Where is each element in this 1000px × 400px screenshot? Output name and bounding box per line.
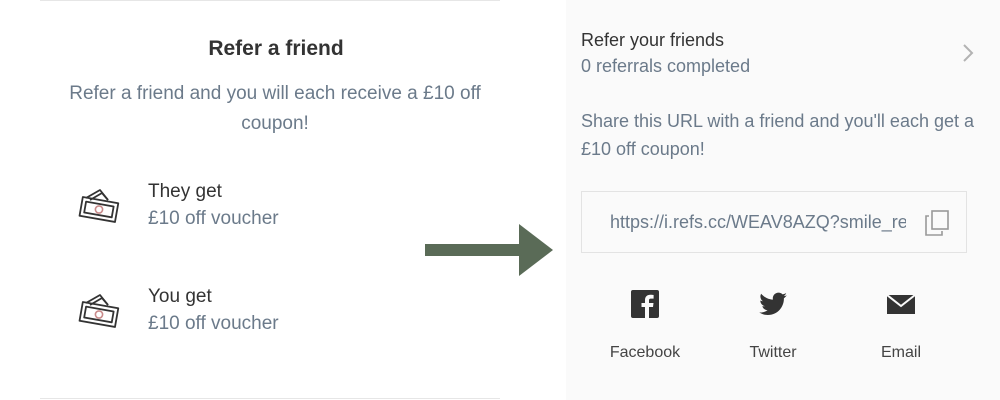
- refer-description: Refer a friend and you will each receive…: [69, 83, 481, 134]
- chevron-right-icon: [963, 44, 974, 62]
- money-icon: [78, 189, 120, 223]
- twitter-icon: [759, 292, 787, 315]
- share-label: Email: [880, 344, 921, 361]
- refer-friend-panel: Refer a friend Refer a friend and you wi…: [40, 0, 500, 400]
- share-label: Twitter: [749, 344, 797, 361]
- benefit-value: £10 off voucher: [148, 313, 279, 334]
- share-instructions: Share this URL with a friend and you'll …: [581, 111, 974, 159]
- facebook-icon: [631, 290, 659, 318]
- divider: [40, 0, 500, 1]
- referral-url[interactable]: https://i.refs.cc/WEAV8AZQ?smile_ref: [610, 212, 906, 233]
- divider: [40, 398, 500, 399]
- money-icon: [78, 294, 120, 328]
- email-icon: [886, 294, 916, 314]
- share-facebook-button[interactable]: Facebook: [590, 288, 700, 368]
- share-label: Facebook: [609, 344, 681, 361]
- benefit-label: They get: [148, 181, 222, 202]
- benefit-you-get: You get £10 off voucher: [78, 283, 498, 343]
- copy-icon[interactable]: [924, 209, 950, 237]
- share-twitter-button[interactable]: Twitter: [718, 288, 828, 368]
- benefit-value: £10 off voucher: [148, 208, 279, 229]
- benefit-label: You get: [148, 286, 212, 307]
- referrals-count: 0 referrals completed: [581, 56, 751, 76]
- referral-url-field[interactable]: https://i.refs.cc/WEAV8AZQ?smile_ref: [581, 191, 967, 253]
- refer-friends-title: Refer your friends: [581, 30, 725, 50]
- share-email-button[interactable]: Email: [846, 288, 956, 368]
- refer-friends-row[interactable]: Refer your friends 0 referrals completed: [581, 28, 981, 84]
- arrow-right-icon: [425, 224, 553, 276]
- page-title: Refer a friend: [208, 37, 344, 60]
- refer-friends-panel: Refer your friends 0 referrals completed…: [566, 0, 1000, 400]
